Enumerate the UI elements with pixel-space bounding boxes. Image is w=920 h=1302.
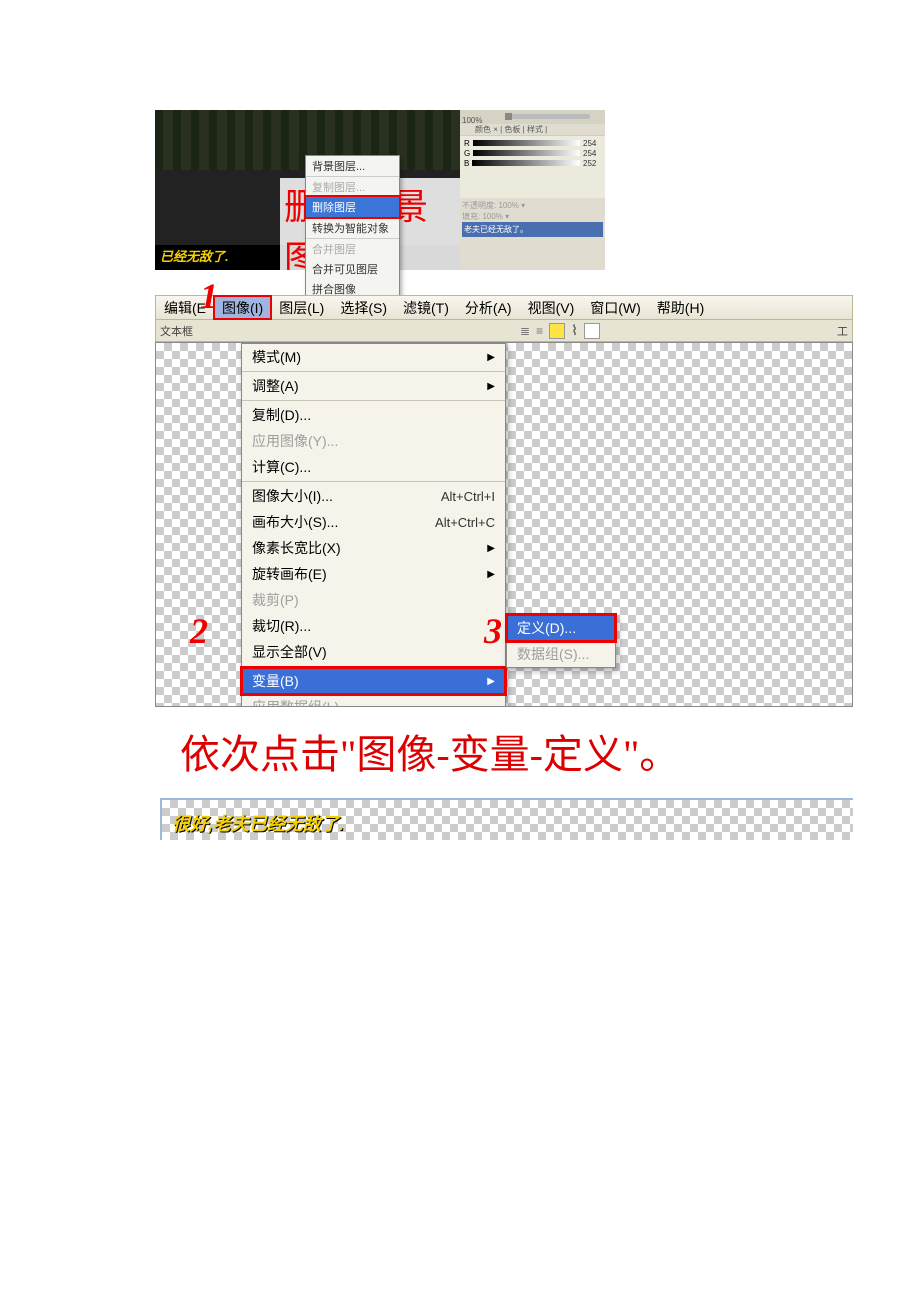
bottom-yellow-text: 很好,老夫已经无敌了.	[172, 810, 344, 836]
dd-canvas-size[interactable]: 画布大小(S)...Alt+Ctrl+C	[242, 509, 505, 535]
bottom-canvas-strip: 很好,老夫已经无敌了.	[160, 798, 853, 840]
dd-variables[interactable]: 变量(B)▶	[242, 668, 505, 694]
dd-adjust[interactable]: 调整(A)▶	[242, 373, 505, 399]
dd-rotate-canvas[interactable]: 旋转画布(E)▶	[242, 561, 505, 587]
menu-window[interactable]: 窗口(W)	[582, 296, 649, 319]
color-swatch[interactable]	[549, 323, 565, 339]
annotation-number-3: 3	[484, 610, 502, 652]
ctx-bg-layer[interactable]: 背景图层...	[306, 156, 399, 176]
layer-context-menu[interactable]: 背景图层... 复制图层... 删除图层 转换为智能对象 合并图层 合并可见图层…	[305, 155, 400, 300]
menu-filter[interactable]: 滤镜(T)	[395, 296, 457, 319]
instruction-text: 依次点击"图像-变量-定义"。	[155, 722, 920, 780]
submenu-arrow-icon: ▶	[487, 569, 495, 580]
top-screenshot: 已经无敌了. 删除背景图。 100% 颜色 × | 色板 | 样式 | R254…	[155, 110, 605, 270]
ctx-delete-layer[interactable]: 删除图层	[306, 197, 399, 217]
annotation-number-2: 2	[190, 610, 208, 652]
layers-panel: 不透明度: 100% ▾ 填充: 100% ▾ 老夫已经无敌了。	[460, 198, 605, 270]
dd-apply-dataset: 应用数据组(L)...	[242, 694, 505, 707]
dd-reveal-all[interactable]: 显示全部(V)	[242, 639, 505, 665]
annotation-number-1: 1	[200, 275, 218, 317]
dd-pixel-aspect[interactable]: 像素长宽比(X)▶	[242, 535, 505, 561]
tool-label: 文本框	[156, 323, 197, 339]
warp-icon[interactable]: ⌇	[571, 322, 578, 339]
doc-icon[interactable]	[584, 323, 600, 339]
menu-select[interactable]: 选择(S)	[332, 296, 395, 319]
menu-view[interactable]: 视图(V)	[520, 296, 583, 319]
ctx-merge-layer: 合并图层	[306, 239, 399, 259]
dd-apply-image: 应用图像(Y)...	[242, 428, 505, 454]
dd-mode[interactable]: 模式(M)▶	[242, 344, 505, 370]
ctx-to-smart[interactable]: 转换为智能对象	[306, 218, 399, 238]
submenu-arrow-icon: ▶	[487, 352, 495, 363]
navigator-panel: 100%	[460, 110, 605, 124]
tool-right: 工	[837, 323, 848, 339]
variables-submenu[interactable]: 定义(D)... 数据组(S)...	[506, 614, 616, 668]
menubar[interactable]: 编辑(E 图像(I) 图层(L) 选择(S) 滤镜(T) 分析(A) 视图(V)…	[155, 295, 853, 320]
game-subtitle: 已经无敌了.	[160, 246, 229, 265]
submenu-arrow-icon: ▶	[487, 676, 495, 687]
image-menu-dropdown[interactable]: 模式(M)▶ 调整(A)▶ 复制(D)... 应用图像(Y)... 计算(C).…	[241, 343, 506, 707]
panels-area: 100% 颜色 × | 色板 | 样式 | R254 G254 B252 背景图…	[460, 110, 605, 270]
submenu-arrow-icon: ▶	[487, 381, 495, 392]
sub-define[interactable]: 定义(D)...	[507, 615, 615, 641]
menu-screenshot: 编辑(E 图像(I) 图层(L) 选择(S) 滤镜(T) 分析(A) 视图(V)…	[155, 295, 853, 707]
dd-image-size[interactable]: 图像大小(I)...Alt+Ctrl+I	[242, 483, 505, 509]
menu-help[interactable]: 帮助(H)	[649, 296, 712, 319]
dd-duplicate[interactable]: 复制(D)...	[242, 402, 505, 428]
ctx-copy-layer: 复制图层...	[306, 177, 399, 197]
layer-row[interactable]: 老夫已经无敌了。	[462, 222, 603, 237]
align-icon[interactable]: ≣	[520, 324, 530, 338]
menu-layer[interactable]: 图层(L)	[271, 296, 332, 319]
dd-crop: 裁剪(P)	[242, 587, 505, 613]
menu-image[interactable]: 图像(I)	[214, 296, 271, 319]
submenu-arrow-icon: ▶	[487, 543, 495, 554]
dd-calc[interactable]: 计算(C)...	[242, 454, 505, 480]
options-bar: 文本框 ≣ ≡ ⌇ 工	[155, 320, 853, 342]
rgb-sliders: R254 G254 B252	[460, 136, 605, 170]
menu-analysis[interactable]: 分析(A)	[457, 296, 520, 319]
dd-trim[interactable]: 裁切(R)...	[242, 613, 505, 639]
ctx-merge-visible[interactable]: 合并可见图层	[306, 259, 399, 279]
canvas: 模式(M)▶ 调整(A)▶ 复制(D)... 应用图像(Y)... 计算(C).…	[155, 342, 853, 707]
align-icon2[interactable]: ≡	[536, 324, 543, 338]
color-panel-tab: 颜色 × | 色板 | 样式 |	[460, 124, 605, 136]
sub-dataset: 数据组(S)...	[507, 641, 615, 667]
